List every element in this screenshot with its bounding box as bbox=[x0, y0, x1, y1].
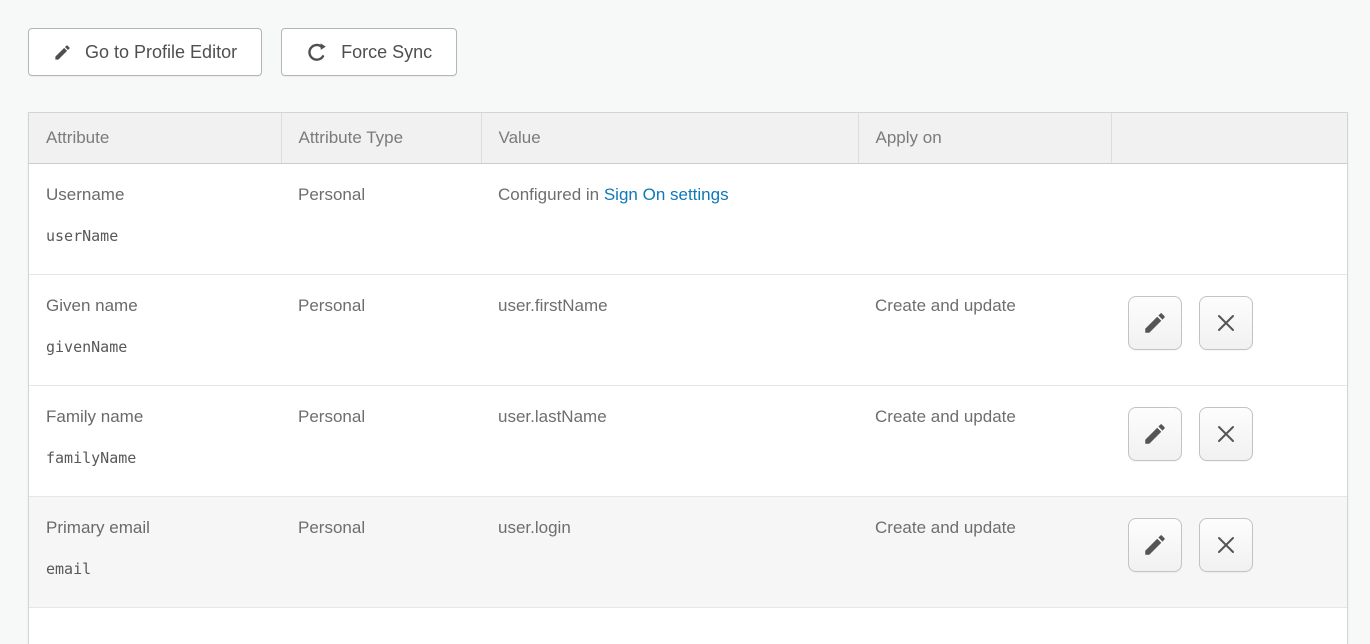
attribute-type-cell: Personal bbox=[281, 385, 481, 496]
table-row bbox=[29, 607, 1347, 644]
actions-cell bbox=[1111, 607, 1347, 644]
refresh-icon bbox=[306, 41, 328, 63]
column-header-attribute-type: Attribute Type bbox=[281, 113, 481, 163]
attribute-label: Primary email bbox=[46, 518, 264, 538]
attribute-type-cell: Personal bbox=[281, 274, 481, 385]
sign-on-settings-link[interactable]: Sign On settings bbox=[604, 185, 729, 204]
attribute-type-cell bbox=[281, 607, 481, 644]
table-row: Family name familyName Personal user.las… bbox=[29, 385, 1347, 496]
attribute-mapping-table: Attribute Attribute Type Value Apply on … bbox=[28, 112, 1348, 644]
apply-on-cell: Create and update bbox=[858, 496, 1111, 607]
pencil-icon bbox=[53, 43, 72, 62]
pencil-icon bbox=[1142, 421, 1168, 447]
attribute-variable-name: userName bbox=[46, 227, 264, 245]
attribute-cell: Family name familyName bbox=[29, 385, 281, 496]
pencil-icon bbox=[1142, 310, 1168, 336]
pencil-icon bbox=[1142, 532, 1168, 558]
close-icon bbox=[1214, 533, 1238, 557]
actions-cell bbox=[1111, 496, 1347, 607]
go-to-profile-editor-label: Go to Profile Editor bbox=[85, 42, 237, 63]
close-icon bbox=[1214, 422, 1238, 446]
value-cell: user.firstName bbox=[481, 274, 858, 385]
apply-on-cell: Create and update bbox=[858, 385, 1111, 496]
force-sync-button[interactable]: Force Sync bbox=[281, 28, 457, 76]
column-header-apply-on: Apply on bbox=[858, 113, 1111, 163]
attribute-variable-name: givenName bbox=[46, 338, 264, 356]
value-cell: Configured in Sign On settings bbox=[481, 163, 858, 274]
close-icon bbox=[1214, 311, 1238, 335]
toolbar: Go to Profile Editor Force Sync bbox=[28, 28, 457, 76]
actions-cell bbox=[1111, 385, 1347, 496]
actions-cell bbox=[1111, 274, 1347, 385]
apply-on-cell bbox=[858, 607, 1111, 644]
remove-attribute-button[interactable] bbox=[1199, 296, 1253, 350]
value-text: Configured in bbox=[498, 185, 604, 204]
edit-attribute-button[interactable] bbox=[1128, 407, 1182, 461]
column-header-value: Value bbox=[481, 113, 858, 163]
table-header-row: Attribute Attribute Type Value Apply on bbox=[29, 113, 1347, 163]
remove-attribute-button[interactable] bbox=[1199, 518, 1253, 572]
attribute-cell: Username userName bbox=[29, 163, 281, 274]
edit-attribute-button[interactable] bbox=[1128, 296, 1182, 350]
column-header-actions bbox=[1111, 113, 1347, 163]
force-sync-label: Force Sync bbox=[341, 42, 432, 63]
value-cell: user.login bbox=[481, 496, 858, 607]
go-to-profile-editor-button[interactable]: Go to Profile Editor bbox=[28, 28, 262, 76]
table-row: Given name givenName Personal user.first… bbox=[29, 274, 1347, 385]
table-row: Username userName Personal Configured in… bbox=[29, 163, 1347, 274]
attribute-label: Given name bbox=[46, 296, 264, 316]
apply-on-cell bbox=[858, 163, 1111, 274]
remove-attribute-button[interactable] bbox=[1199, 407, 1253, 461]
attribute-variable-name: email bbox=[46, 560, 264, 578]
attribute-label: Username bbox=[46, 185, 264, 205]
attribute-cell: Primary email email bbox=[29, 496, 281, 607]
attribute-variable-name: familyName bbox=[46, 449, 264, 467]
attribute-cell: Given name givenName bbox=[29, 274, 281, 385]
attribute-label: Family name bbox=[46, 407, 264, 427]
column-header-attribute: Attribute bbox=[29, 113, 281, 163]
apply-on-cell: Create and update bbox=[858, 274, 1111, 385]
attribute-cell bbox=[29, 607, 281, 644]
value-cell bbox=[481, 607, 858, 644]
edit-attribute-button[interactable] bbox=[1128, 518, 1182, 572]
attribute-type-cell: Personal bbox=[281, 496, 481, 607]
actions-cell bbox=[1111, 163, 1347, 274]
value-cell: user.lastName bbox=[481, 385, 858, 496]
table-row: Primary email email Personal user.login … bbox=[29, 496, 1347, 607]
attribute-type-cell: Personal bbox=[281, 163, 481, 274]
